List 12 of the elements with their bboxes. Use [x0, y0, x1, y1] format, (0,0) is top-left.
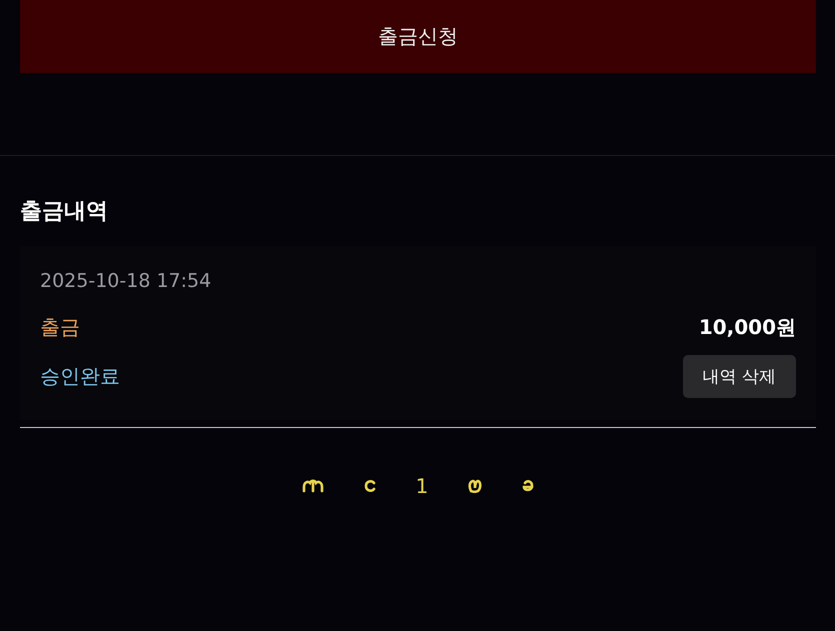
withdraw-request-button[interactable]: 출금신청 — [20, 0, 816, 73]
amount: 10,000원 — [698, 314, 796, 341]
status-label: 승인완료 — [40, 363, 120, 390]
double-loop-icon[interactable] — [302, 479, 324, 493]
page-number[interactable]: 1 — [416, 474, 428, 498]
delete-history-button[interactable]: 내역 삭제 — [682, 355, 796, 398]
curve-icon[interactable] — [364, 479, 376, 493]
section-title: 출금내역 — [20, 198, 109, 226]
date-time: 2025-10-18 17:54 — [40, 270, 212, 292]
curl-icon[interactable] — [522, 479, 534, 493]
transaction-type: 출금 — [40, 314, 80, 341]
loop-icon[interactable] — [468, 479, 482, 493]
